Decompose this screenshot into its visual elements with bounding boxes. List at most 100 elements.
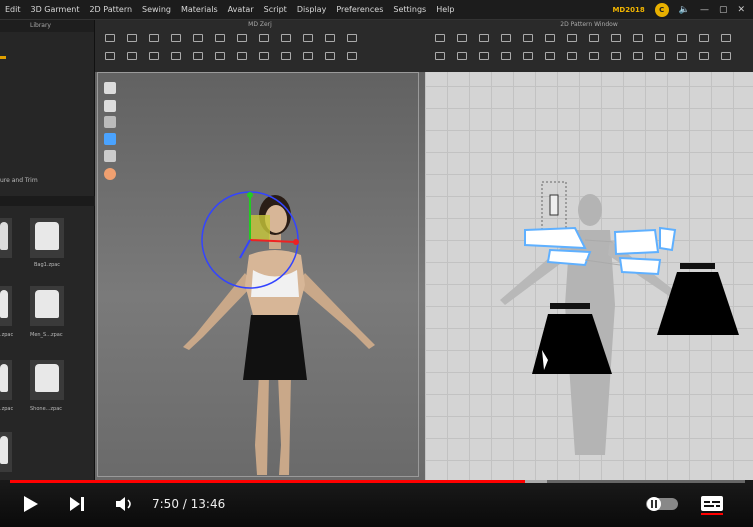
autoplay-toggle[interactable] (646, 496, 678, 512)
avatar-icon-1[interactable] (104, 82, 116, 94)
thumb-partial-2[interactable] (0, 286, 12, 326)
tool-icon[interactable] (457, 34, 467, 42)
tool-icon[interactable] (237, 34, 247, 42)
tool-icon[interactable] (479, 34, 489, 42)
tool-icon[interactable] (215, 34, 225, 42)
tool-icon[interactable] (633, 52, 643, 60)
tool-icon[interactable] (611, 52, 621, 60)
tool-icon[interactable] (347, 34, 357, 42)
tool-icon[interactable] (105, 52, 115, 60)
tool-icon[interactable] (677, 34, 687, 42)
tool-icon[interactable] (435, 52, 445, 60)
tool-icon[interactable] (699, 34, 709, 42)
menu-avatar[interactable]: Avatar (223, 5, 259, 14)
tool-icon[interactable] (501, 52, 511, 60)
tool-icon[interactable] (259, 52, 269, 60)
thumb-shone[interactable] (30, 360, 64, 400)
maximize-icon[interactable]: ▢ (719, 5, 728, 15)
tool-icon[interactable] (171, 34, 181, 42)
tool-icon[interactable] (281, 52, 291, 60)
close-icon[interactable]: ✕ (737, 5, 745, 15)
avatar-icon-6[interactable] (104, 168, 116, 180)
tool-icon[interactable] (127, 34, 137, 42)
avatar-icon-3[interactable] (104, 116, 116, 128)
tool-icon[interactable] (721, 52, 731, 60)
tool-icon[interactable] (457, 52, 467, 60)
play-icon[interactable] (22, 494, 40, 514)
tool-icon[interactable] (171, 52, 181, 60)
library-title: Library (0, 20, 94, 32)
tool-icon[interactable] (303, 34, 313, 42)
tool-icon[interactable] (259, 34, 269, 42)
tool-icon[interactable] (523, 34, 533, 42)
skirt-pattern-back[interactable] (655, 260, 745, 340)
pattern-window-2d[interactable]: 2D Pattern Window (425, 20, 753, 480)
tool-icon[interactable] (501, 34, 511, 42)
tool-icon[interactable] (589, 52, 599, 60)
volume-icon[interactable]: 🔈 (679, 5, 690, 15)
library-search-bar[interactable] (0, 196, 95, 206)
tool-icon[interactable] (721, 34, 731, 42)
menu-3d-garment[interactable]: 3D Garment (26, 5, 85, 14)
tool-icon[interactable] (303, 52, 313, 60)
viewport-3d-title: MD Zerj (248, 21, 272, 28)
tool-icon[interactable] (479, 52, 489, 60)
menu-edit[interactable]: Edit (0, 5, 26, 14)
tool-icon[interactable] (149, 52, 159, 60)
avatar-icon-2[interactable] (104, 100, 116, 112)
tool-icon[interactable] (215, 52, 225, 60)
tool-icon[interactable] (435, 34, 445, 42)
skirt-pattern-front[interactable] (530, 300, 615, 382)
tool-icon[interactable] (655, 52, 665, 60)
tool-icon[interactable] (523, 52, 533, 60)
avatar-icon-4[interactable] (104, 133, 116, 145)
menu-help[interactable]: Help (431, 5, 459, 14)
menu-settings[interactable]: Settings (388, 5, 431, 14)
tool-icon[interactable] (545, 52, 555, 60)
thumb-partial-3[interactable] (0, 360, 12, 400)
thumb-label-3: Shone...zpac (30, 406, 63, 412)
thumb-partial-4[interactable] (0, 432, 12, 472)
tool-icon[interactable] (589, 34, 599, 42)
viewport-3d[interactable]: MD Zerj (95, 20, 425, 480)
menu-display[interactable]: Display (292, 5, 332, 14)
tool-icon[interactable] (699, 52, 709, 60)
menu-preferences[interactable]: Preferences (331, 5, 388, 14)
tool-icon[interactable] (193, 34, 203, 42)
viewport-2d-title: 2D Pattern Window (560, 21, 618, 28)
tool-icon[interactable] (325, 52, 335, 60)
tool-icon[interactable] (281, 34, 291, 42)
transform-gizmo[interactable] (200, 190, 300, 290)
minimize-icon[interactable]: — (700, 5, 709, 15)
menu-2d-pattern[interactable]: 2D Pattern (84, 5, 137, 14)
tool-icon[interactable] (105, 34, 115, 42)
tool-icon[interactable] (325, 34, 335, 42)
volume-icon[interactable] (114, 494, 134, 514)
menu-sewing[interactable]: Sewing (137, 5, 176, 14)
library-panel: Library ure and Trim Bag1.zpac .zpac Men… (0, 20, 95, 480)
coin-icon[interactable]: C (654, 2, 669, 17)
tool-icon[interactable] (633, 34, 643, 42)
menu-materials[interactable]: Materials (176, 5, 223, 14)
tool-icon[interactable] (611, 34, 621, 42)
tool-icon[interactable] (545, 34, 555, 42)
menu-bar: Edit 3D Garment 2D Pattern Sewing Materi… (0, 0, 753, 20)
thumb-partial-1[interactable] (0, 218, 12, 258)
tool-icon[interactable] (655, 34, 665, 42)
tool-icon[interactable] (567, 34, 577, 42)
thumb-men-shirt[interactable] (30, 286, 64, 326)
progress-bar[interactable] (10, 480, 745, 483)
tool-icon[interactable] (347, 52, 357, 60)
tool-icon[interactable] (127, 52, 137, 60)
library-section-label: ure and Trim (0, 177, 38, 184)
subtitles-icon[interactable] (700, 494, 724, 516)
next-icon[interactable] (68, 494, 86, 514)
tool-icon[interactable] (237, 52, 247, 60)
tool-icon[interactable] (193, 52, 203, 60)
tool-icon[interactable] (567, 52, 577, 60)
menu-script[interactable]: Script (259, 5, 292, 14)
thumb-bag1[interactable] (30, 218, 64, 258)
tool-icon[interactable] (149, 34, 159, 42)
avatar-icon-5[interactable] (104, 150, 116, 162)
tool-icon[interactable] (677, 52, 687, 60)
